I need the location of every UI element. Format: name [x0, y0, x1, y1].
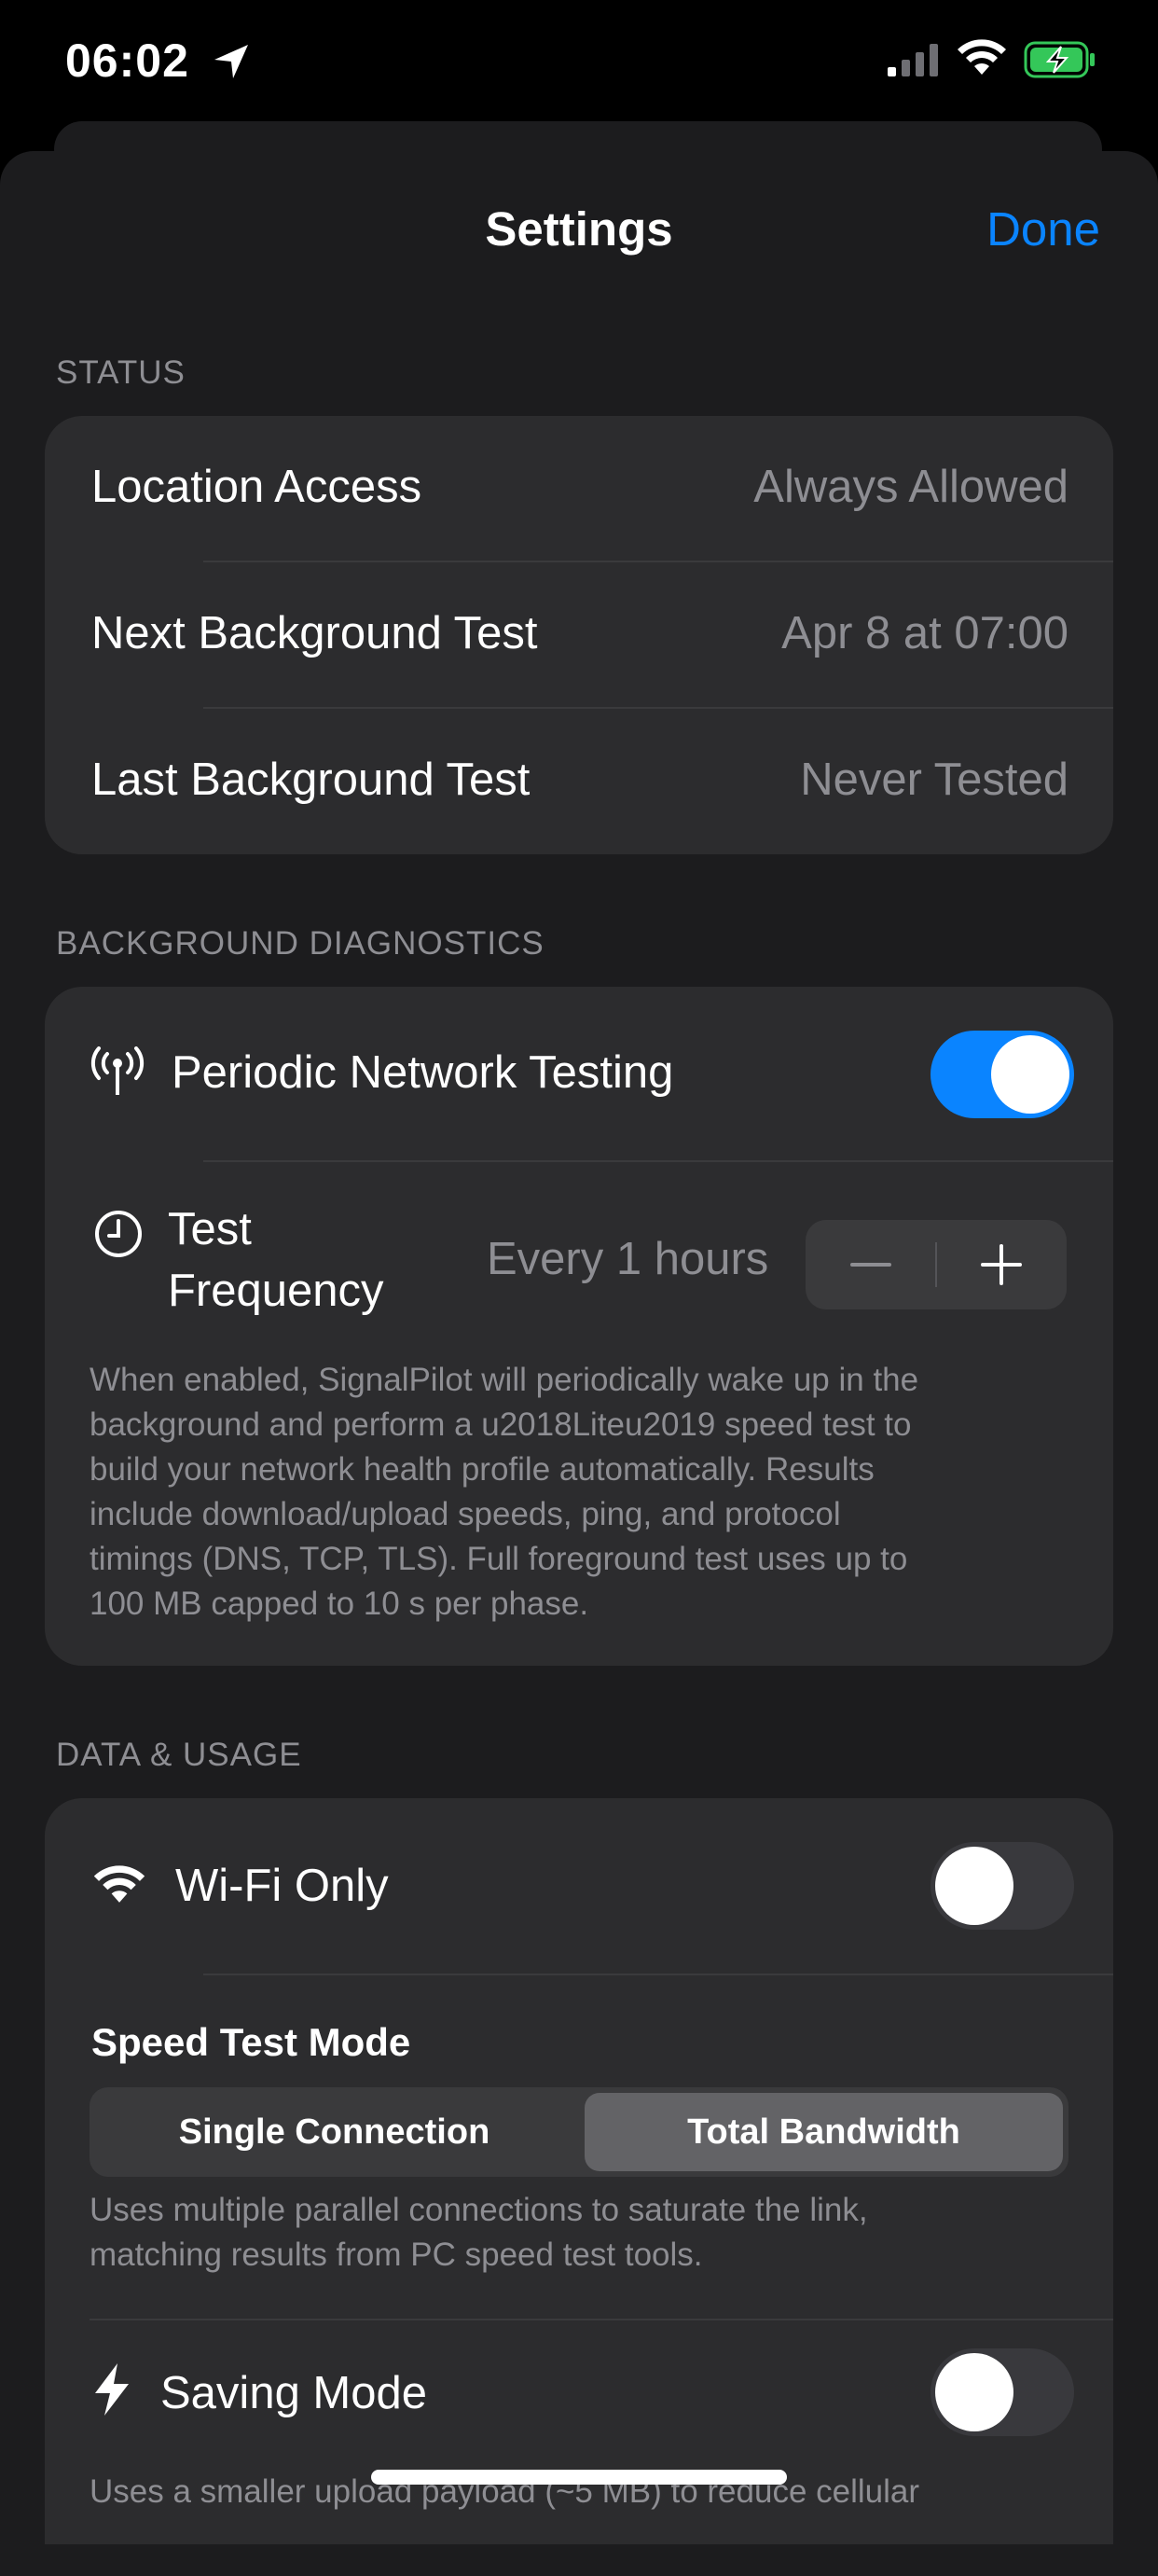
antenna-icon: [90, 1046, 145, 1095]
battery-charging-icon: [1024, 41, 1095, 78]
separator: [203, 1974, 1113, 1975]
stepper-minus-button[interactable]: [806, 1220, 936, 1309]
row-label: Last Background Test: [91, 755, 531, 805]
toggle-knob: [935, 1847, 1013, 1925]
description-line: matching results from PC speed test tool…: [90, 2237, 703, 2273]
background-footer-text: When enabled, SignalPilot will periodica…: [90, 1358, 1078, 1627]
row-label: Location Access: [91, 462, 422, 512]
section-header-status: STATUS: [56, 354, 186, 391]
description-line: Uses multiple parallel connections to sa…: [90, 2192, 868, 2228]
periodic-testing-toggle[interactable]: [931, 1031, 1074, 1118]
frequency-stepper: [806, 1220, 1067, 1309]
toggle-knob: [935, 2353, 1013, 2431]
stepper-plus-button[interactable]: [936, 1220, 1067, 1309]
saving-mode-label: Saving Mode: [160, 2368, 428, 2418]
page-title: Settings: [485, 202, 673, 256]
bolt-icon: [95, 2363, 129, 2416]
data-usage-group: Wi-Fi Only Speed Test Mode Single Connec…: [45, 1798, 1113, 2544]
done-button[interactable]: Done: [986, 201, 1100, 256]
frequency-value: Every 1 hours: [487, 1234, 769, 1284]
toggle-knob: [991, 1035, 1069, 1114]
footer-line: When enabled, SignalPilot will periodica…: [90, 1362, 919, 1398]
footer-line: timings (DNS, TCP, TLS). Full foreground…: [90, 1541, 908, 1577]
segment-total-bandwidth[interactable]: Total Bandwidth: [585, 2093, 1063, 2171]
saving-mode-row: Saving Mode: [45, 2320, 1113, 2470]
wifi-only-label: Wi-Fi Only: [175, 1861, 389, 1911]
minus-icon: [850, 1263, 891, 1267]
location-arrow-icon: [214, 45, 248, 78]
row-label: Next Background Test: [91, 608, 538, 658]
footer-line: 100 MB capped to 10 s per phase.: [90, 1586, 589, 1622]
background-group: Periodic Network Testing Test Frequency …: [45, 987, 1113, 1666]
section-header-background: BACKGROUND DIAGNOSTICS: [56, 925, 545, 962]
wifi-icon: [93, 1865, 145, 1903]
footer-line: background and perform a u2018Liteu2019 …: [90, 1406, 912, 1443]
speed-mode-segmented-control: Single Connection Total Bandwidth: [90, 2087, 1068, 2177]
clock-icon: [95, 1211, 142, 1257]
status-time: 06:02: [65, 35, 189, 87]
status-group: Location Access Always Allowed Next Back…: [45, 416, 1113, 854]
status-bar: 06:02: [0, 0, 1158, 126]
status-row-next-test: Next Background Test Apr 8 at 07:00: [45, 562, 1113, 709]
row-value: Never Tested: [800, 755, 1068, 805]
cellular-signal-icon: [888, 44, 938, 76]
saving-mode-toggle[interactable]: [931, 2348, 1074, 2436]
frequency-label-line1: Test: [168, 1204, 252, 1254]
section-header-data-usage: DATA & USAGE: [56, 1737, 302, 1773]
periodic-testing-label: Periodic Network Testing: [172, 1047, 674, 1098]
test-frequency-row: Test Frequency Every 1 hours: [45, 1162, 1113, 1367]
footer-line: include download/upload speeds, ping, an…: [90, 1496, 841, 1532]
speed-mode-description: Uses multiple parallel connections to sa…: [90, 2188, 1078, 2278]
status-row-last-test: Last Background Test Never Tested: [45, 709, 1113, 854]
home-indicator[interactable]: [371, 2470, 787, 2485]
wifi-icon: [958, 39, 1006, 75]
periodic-testing-row: Periodic Network Testing: [45, 987, 1113, 1162]
wifi-only-row: Wi-Fi Only: [45, 1798, 1113, 1975]
status-row-location: Location Access Always Allowed: [45, 416, 1113, 562]
segment-single-connection[interactable]: Single Connection: [95, 2093, 573, 2171]
wifi-only-toggle[interactable]: [931, 1842, 1074, 1930]
plus-icon: [981, 1244, 1022, 1285]
frequency-label-line2: Frequency: [168, 1266, 384, 1316]
speed-mode-label: Speed Test Mode: [91, 2020, 411, 2064]
row-value: Apr 8 at 07:00: [781, 608, 1068, 658]
row-value: Always Allowed: [753, 462, 1068, 512]
footer-line: build your network health profile automa…: [90, 1451, 875, 1488]
